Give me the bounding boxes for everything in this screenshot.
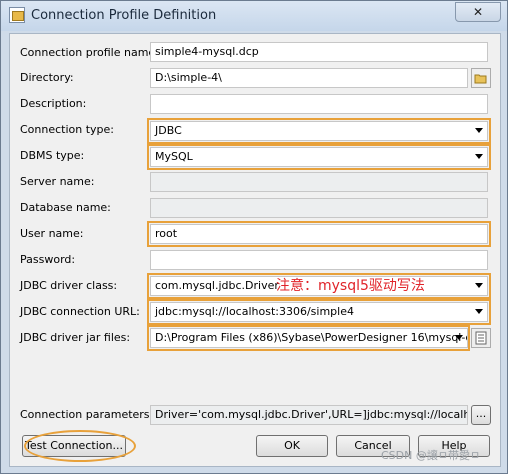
window-title: Connection Profile Definition — [31, 8, 217, 23]
chevron-down-icon — [475, 309, 483, 314]
file-list-icon — [475, 331, 487, 345]
dialog-body: Connection profile name: simple4-mysql.d… — [9, 33, 501, 467]
database-name-input[interactable] — [150, 198, 488, 218]
description-input[interactable] — [150, 94, 488, 114]
server-name-input[interactable] — [150, 172, 488, 192]
jdbc-driver-jar-files-value: D:\Program Files (x86)\Sybase\PowerDesig… — [155, 331, 468, 344]
chevron-down-icon — [475, 283, 483, 288]
connection-profile-name-input[interactable]: simple4-mysql.dcp — [150, 42, 488, 62]
connection-type-value: JDBC — [155, 124, 182, 137]
directory-input[interactable]: D:\simple-4\ — [150, 68, 468, 88]
chevron-down-icon — [475, 154, 483, 159]
connection-type-label: Connection type: — [20, 123, 115, 136]
jdbc-connection-url-select[interactable]: jdbc:mysql://localhost:3306/simple4 — [150, 302, 488, 322]
browse-folder-button[interactable] — [471, 68, 491, 88]
password-label: Password: — [20, 253, 76, 266]
close-button[interactable]: ✕ — [455, 2, 501, 22]
connection-parameters-label: Connection parameters: — [20, 408, 154, 421]
test-connection-highlight — [24, 430, 136, 462]
directory-label: Directory: — [20, 71, 74, 84]
folder-icon — [474, 74, 487, 84]
jdbc-connection-url-label: JDBC connection URL: — [20, 305, 140, 318]
dbms-type-value: MySQL — [155, 150, 193, 163]
chevron-down-icon — [455, 335, 463, 340]
watermark: CSDN @讓ㅁ带愛ㅁ — [381, 449, 481, 462]
jdbc-driver-jar-files-select[interactable]: D:\Program Files (x86)\Sybase\PowerDesig… — [150, 328, 468, 348]
connection-profile-name-label: Connection profile name: — [20, 46, 159, 59]
ellipsis-button[interactable]: ... — [471, 405, 491, 425]
jdbc-driver-jar-files-label: JDBC driver jar files: — [20, 331, 131, 344]
password-input[interactable] — [150, 250, 488, 270]
dbms-type-select[interactable]: MySQL — [150, 147, 488, 167]
browse-jar-button[interactable] — [471, 328, 491, 348]
connection-type-select[interactable]: JDBC — [150, 121, 488, 141]
user-name-label: User name: — [20, 227, 84, 240]
jdbc-driver-class-label: JDBC driver class: — [20, 279, 118, 292]
app-icon — [9, 7, 25, 23]
jdbc-driver-class-value: com.mysql.jdbc.Driver — [155, 279, 279, 292]
dialog-window: Connection Profile Definition ✕ Connecti… — [0, 0, 508, 474]
chevron-down-icon — [475, 128, 483, 133]
annotation-note: 注意：mysql5驱动写法 — [276, 278, 425, 294]
ok-button[interactable]: OK — [256, 435, 328, 457]
jdbc-connection-url-value: jdbc:mysql://localhost:3306/simple4 — [155, 305, 354, 318]
connection-parameters-input[interactable]: Driver='com.mysql.jdbc.Driver',URL=]jdbc… — [150, 405, 468, 425]
server-name-label: Server name: — [20, 175, 95, 188]
title-bar: Connection Profile Definition ✕ — [1, 1, 507, 31]
user-name-input[interactable]: root — [150, 224, 488, 244]
database-name-label: Database name: — [20, 201, 111, 214]
dbms-type-label: DBMS type: — [20, 149, 85, 162]
description-label: Description: — [20, 97, 87, 110]
